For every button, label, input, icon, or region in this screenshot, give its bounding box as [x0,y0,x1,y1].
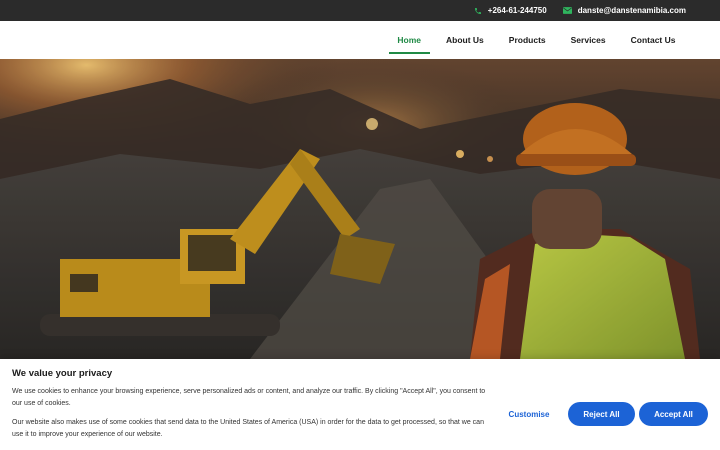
cookie-text-primary: We use cookies to enhance your browsing … [12,388,486,407]
hero-image [0,59,720,359]
customise-button[interactable]: Customise [500,402,558,426]
phone-icon [474,7,481,14]
nav-about-us[interactable]: About Us [434,21,497,59]
top-contact-bar: +264-61-244750 danste@danstenamibia.com [0,0,720,21]
email-icon [562,7,572,14]
email-address: danste@danstenamibia.com [577,6,686,15]
cookie-title: We value your privacy [12,368,113,379]
nav-contact-us[interactable]: Contact Us [618,21,688,59]
nav-home[interactable]: Home [385,21,434,59]
cookie-consent-banner: We value your privacy We use cookies to … [0,359,720,450]
phone-link[interactable]: +264-61-244750 [474,6,547,15]
cookie-text-usa: Our website also makes use of some cooki… [12,419,484,438]
reject-all-button[interactable]: Reject All [568,402,635,426]
phone-number: +264-61-244750 [487,6,547,15]
mining-scene-illustration [0,59,720,359]
nav-products[interactable]: Products [496,21,558,59]
email-link[interactable]: danste@danstenamibia.com [562,6,686,15]
nav-services[interactable]: Services [558,21,618,59]
site-header: Home About Us Products Services Contact … [0,21,720,59]
accept-all-button[interactable]: Accept All [639,402,708,426]
main-nav: Home About Us Products Services Contact … [385,21,688,59]
